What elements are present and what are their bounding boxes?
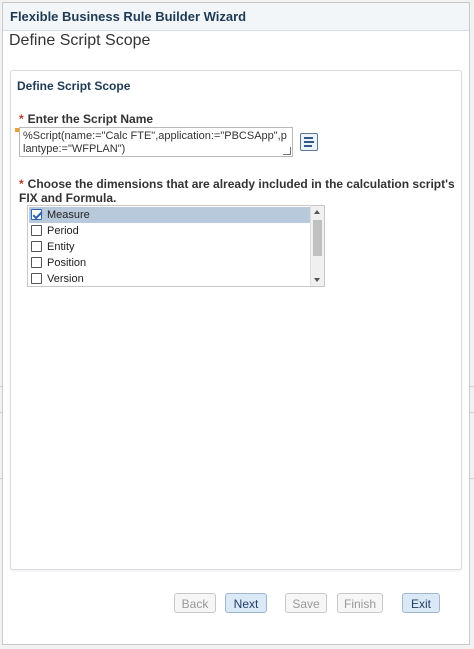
- scroll-up-icon[interactable]: [314, 210, 320, 214]
- script-name-input[interactable]: %Script(name:="Calc FTE",application:="P…: [19, 127, 293, 157]
- required-mark: *: [19, 177, 24, 191]
- list-item-period[interactable]: Period: [29, 223, 311, 239]
- dimensions-listbox[interactable]: Measure Period Entity Position Version: [27, 205, 325, 287]
- listbox-scrollbar[interactable]: [310, 206, 324, 286]
- member-selector-icon[interactable]: [300, 133, 318, 151]
- page-title: Define Script Scope: [9, 32, 151, 49]
- checkbox-icon[interactable]: [31, 257, 42, 268]
- exit-button[interactable]: Exit: [402, 593, 440, 613]
- list-item-measure[interactable]: Measure: [29, 207, 311, 223]
- checkbox-icon[interactable]: [31, 241, 42, 252]
- panel-header: Define Script Scope: [17, 79, 131, 93]
- required-mark: *: [19, 112, 24, 126]
- wizard-dialog: Flexible Business Rule Builder Wizard De…: [2, 2, 470, 645]
- checkbox-icon[interactable]: [31, 225, 42, 236]
- script-name-value: %Script(name:="Calc FTE",application:="P…: [23, 130, 287, 155]
- list-item-version[interactable]: Version: [29, 271, 311, 286]
- dialog-title: Flexible Business Rule Builder Wizard: [10, 9, 247, 24]
- save-button[interactable]: Save: [285, 593, 327, 613]
- next-button[interactable]: Next: [225, 593, 267, 613]
- scroll-down-icon[interactable]: [314, 278, 320, 282]
- script-name-label: * Enter the Script Name: [19, 112, 154, 126]
- dialog-titlebar: Flexible Business Rule Builder Wizard: [3, 3, 469, 31]
- checkbox-icon[interactable]: [31, 273, 42, 284]
- finish-button[interactable]: Finish: [337, 593, 383, 613]
- back-button[interactable]: Back: [174, 593, 216, 613]
- list-item-entity[interactable]: Entity: [29, 239, 311, 255]
- scroll-thumb[interactable]: [313, 220, 322, 256]
- checkbox-checked-icon[interactable]: [31, 209, 42, 220]
- list-item-position[interactable]: Position: [29, 255, 311, 271]
- dimensions-label: * Choose the dimensions that are already …: [19, 177, 455, 205]
- script-scope-panel: Define Script Scope * Enter the Script Na…: [10, 70, 462, 570]
- resize-grip-icon[interactable]: [283, 147, 291, 155]
